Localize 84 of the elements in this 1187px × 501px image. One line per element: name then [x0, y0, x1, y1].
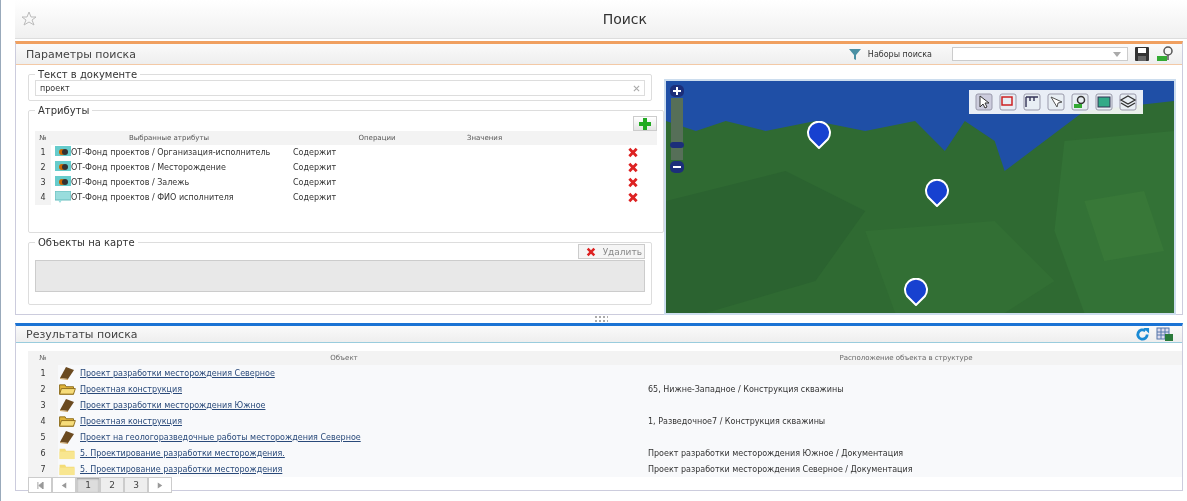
map-marker-icon[interactable]	[903, 278, 929, 306]
fieldset-legend: Атрибуты	[35, 105, 93, 116]
location-text: 1, Разведочное7 / Конструкция скважины	[647, 416, 827, 426]
object-link[interactable]: Проектная конструкция	[80, 384, 182, 394]
row-number: 6	[28, 445, 58, 461]
save-icon[interactable]	[1134, 46, 1150, 62]
map-marker-icon[interactable]	[924, 179, 950, 207]
first-page-icon	[36, 481, 44, 489]
operation-text: Содержит	[292, 193, 338, 202]
panel-title: Параметры поиска	[26, 47, 136, 61]
object-link[interactable]: 5. Проектирование разработки месторождения	[80, 464, 283, 474]
map-image-icon[interactable]	[1095, 93, 1113, 111]
window-title: Поиск	[602, 11, 647, 27]
operation-text: Содержит	[292, 148, 338, 157]
operation-text: Содержит	[292, 163, 338, 172]
map-marker-icon[interactable]	[806, 121, 832, 149]
delete-icon[interactable]	[627, 147, 639, 158]
delete-icon[interactable]	[627, 162, 639, 173]
folder-icon	[58, 462, 76, 476]
filter-icon	[847, 47, 862, 61]
folder-icon	[58, 382, 76, 396]
object-link[interactable]: Проектная конструкция	[80, 416, 182, 426]
fieldset-legend: Текст в документе	[35, 69, 141, 80]
attribute-name: ОТ-Фонд проектов / Организация-исполнитель	[71, 147, 272, 159]
query-icon[interactable]	[1047, 93, 1065, 111]
text-attribute-icon	[55, 191, 71, 203]
image-attribute-icon	[55, 161, 71, 173]
image-attribute-icon	[55, 176, 71, 188]
panel-title: Результаты поиска	[26, 327, 138, 341]
row-number: 4	[35, 190, 51, 205]
add-button[interactable]	[633, 116, 657, 131]
row-number: 2	[28, 381, 58, 397]
image-attribute-icon	[55, 146, 71, 158]
row-number: 7	[28, 461, 58, 477]
object-link[interactable]: Проект разработки месторождения Южное	[80, 400, 266, 410]
delete-icon[interactable]	[627, 192, 639, 203]
measure-icon[interactable]	[1023, 93, 1041, 111]
delete-icon[interactable]	[627, 177, 639, 188]
operation-text: Содержит	[292, 178, 338, 187]
page-button[interactable]: 1	[76, 477, 100, 493]
object-link[interactable]: Проект на геологоразведочные работы месторождения Северное	[80, 432, 361, 442]
page-button[interactable]: 2	[100, 477, 124, 493]
zoom-slider[interactable]	[671, 98, 683, 160]
previous-icon	[61, 481, 67, 489]
previous-page-button[interactable]	[52, 477, 76, 493]
book-icon	[58, 366, 76, 380]
layers-icon[interactable]	[1119, 93, 1137, 111]
row-number: 1	[35, 145, 51, 160]
location-text: 65, Нижне-Западное / Конструкция скважины	[647, 384, 845, 394]
map-pin-icon[interactable]	[1156, 46, 1174, 62]
pointer-icon[interactable]	[975, 93, 993, 111]
next-page-button[interactable]	[148, 477, 172, 493]
star-icon[interactable]	[21, 11, 37, 27]
book-icon	[58, 398, 76, 412]
plus-icon	[639, 117, 651, 130]
book-icon	[58, 430, 76, 444]
page-button[interactable]: 3	[124, 477, 148, 493]
attribute-name: ОТ-Фонд проектов / Залежь	[71, 177, 191, 189]
folder-icon	[58, 414, 76, 428]
row-number: 3	[35, 175, 51, 190]
refresh-icon[interactable]	[1135, 326, 1150, 342]
caret-icon	[1113, 51, 1121, 57]
search-sets-label: Наборы поиска	[867, 49, 932, 59]
next-icon	[157, 481, 163, 489]
object-link[interactable]: Проект разработки месторождения Северное	[80, 368, 275, 378]
first-page-button[interactable]	[28, 477, 52, 493]
fieldset-legend: Объекты на карте	[35, 237, 138, 248]
search-map-icon[interactable]	[1071, 93, 1089, 111]
spreadsheet-export-icon[interactable]	[1156, 326, 1174, 342]
row-number: 4	[28, 413, 58, 429]
location-text: Проект разработки месторождения Северное / Документация	[647, 464, 914, 474]
splitter-handle[interactable]	[594, 315, 608, 323]
row-number: 2	[35, 160, 51, 175]
row-number: 1	[28, 365, 58, 381]
delete-icon	[584, 246, 597, 257]
row-number: 3	[28, 397, 58, 413]
attribute-name: ОТ-Фонд проектов / Месторождение	[71, 162, 227, 174]
rectangle-select-icon[interactable]	[999, 93, 1017, 111]
row-number: 5	[28, 429, 58, 445]
folder-icon	[58, 446, 76, 460]
attribute-name: ОТ-Фонд проектов / ФИО исполнителя	[71, 192, 235, 204]
search-text-field[interactable]: проект	[35, 80, 645, 96]
location-text: Проект разработки месторождения Южное / Документация	[647, 448, 905, 458]
object-link[interactable]: 5. Проектирование разработки месторождения.	[80, 448, 285, 458]
